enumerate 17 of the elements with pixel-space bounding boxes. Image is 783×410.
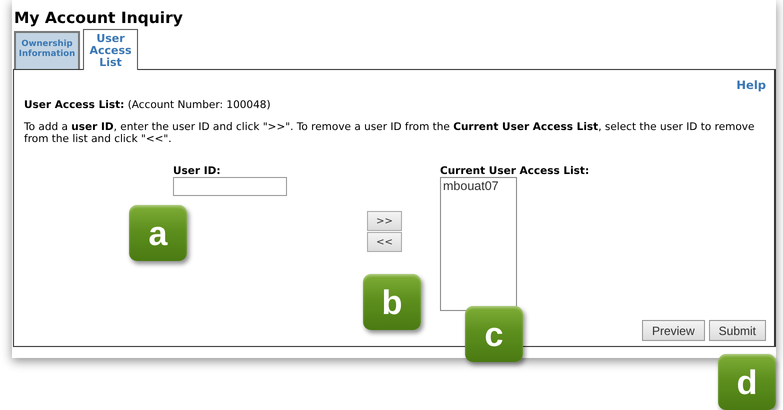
tab[interactable]: User Access List <box>83 29 138 70</box>
help-link[interactable]: Help <box>736 78 766 92</box>
instructions-text: To add a user ID, enter the user ID and click ">>". To remove a user ID from the Current User Access List, select the user ID to remove from the list and click "<<". <box>24 121 756 145</box>
callout-badge: a <box>129 205 187 261</box>
window-title: My Account Inquiry <box>13 8 184 29</box>
callout-badge: d <box>718 354 776 410</box>
list-item[interactable]: mbouat07 <box>443 179 514 193</box>
move-button[interactable]: >> <box>367 211 402 231</box>
field-label: User ID: <box>173 165 222 177</box>
callout-badge: b <box>363 274 421 330</box>
action-button[interactable]: Preview <box>642 320 705 341</box>
action-button[interactable]: Submit <box>708 320 766 341</box>
section-heading: User Access List: (Account Number: 100048) <box>24 99 272 111</box>
callout-badge: c <box>465 306 523 362</box>
field-label: Current User Access List: <box>440 165 590 177</box>
move-button[interactable]: << <box>367 232 402 252</box>
user-id-field[interactable] <box>173 177 287 196</box>
